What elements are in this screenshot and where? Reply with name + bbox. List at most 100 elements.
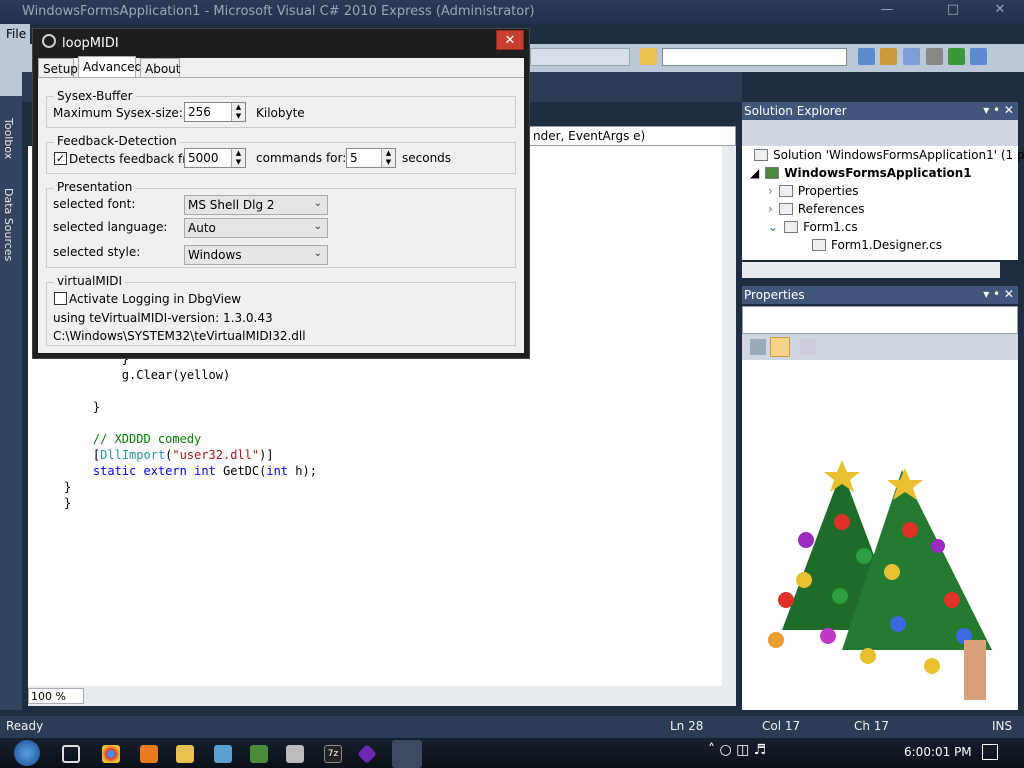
member-combo[interactable]: nder, EventArgs e) [528, 126, 736, 146]
chevron-down-icon: ◢ [750, 166, 760, 180]
status-col: Col 17 [762, 719, 801, 733]
feedback-count-spinner[interactable]: 5000 ▲ ▼ [184, 148, 246, 168]
logging-label: Activate Logging in DbgView [69, 292, 242, 306]
references-icon [778, 203, 793, 215]
close-icon[interactable]: ✕ [985, 2, 1015, 20]
logging-checkbox[interactable] [54, 292, 67, 305]
zoom-text: 100 % [31, 690, 66, 703]
feedback-checkbox[interactable]: ✓ [54, 152, 67, 165]
language-select[interactable]: Auto ⌄ [184, 218, 328, 238]
minimize-icon[interactable]: — [872, 2, 902, 20]
group-feedback-label: Feedback-Detection [54, 134, 180, 148]
spin-arrows-icon[interactable]: ▲ ▼ [231, 103, 245, 121]
vs-title-text: WindowsFormsApplication1 - Microsoft Vis… [22, 4, 535, 19]
tree-project[interactable]: ◢ WindowsFormsApplication1 [750, 166, 972, 180]
firefox-icon[interactable] [140, 745, 158, 763]
properties-title: Properties ▾ • ✕ [742, 286, 1018, 304]
tree-label: Solution 'WindowsFormsApplication1' (1 p [773, 148, 1024, 162]
editor-hscroll[interactable] [28, 686, 736, 706]
virtualmidi-version: using teVirtualMIDI-version: 1.3.0.43 [53, 311, 273, 325]
categorized-icon[interactable] [750, 339, 766, 355]
status-line: Ln 28 [670, 719, 704, 733]
tab-advanced[interactable]: Advanced [78, 56, 142, 78]
chevron-down-icon: ⌄ [313, 221, 322, 232]
start-button[interactable] [14, 740, 40, 766]
tab-about[interactable]: About [140, 58, 180, 78]
feedback-seconds-value: 5 [350, 151, 358, 165]
taskbar-clock[interactable]: 6:00:01 PM [904, 745, 972, 759]
code-token: "user32.dll" [172, 448, 260, 462]
font-select-value: MS Shell Dlg 2 [188, 198, 275, 212]
spin-arrows-icon[interactable]: ▲ ▼ [381, 149, 395, 167]
sysex-size-spinner[interactable]: 256 ▲ ▼ [184, 102, 246, 122]
toolbar-icon-3[interactable] [903, 48, 920, 65]
datasources-tab[interactable]: Data Sources [2, 188, 15, 261]
editor-scrollbar[interactable] [722, 146, 736, 686]
tree-references[interactable]: › References [768, 202, 865, 216]
sysex-size-value: 256 [188, 105, 211, 119]
tab-divider [38, 77, 524, 78]
tab-setup[interactable]: Setup [38, 58, 78, 78]
toolbar-icon-5[interactable] [948, 48, 965, 65]
properties-title-text: Properties [744, 288, 805, 302]
sysex-size-label: Maximum Sysex-size: [53, 106, 183, 120]
chevron-right-icon: › [768, 202, 773, 216]
zoom-combo[interactable]: 100 % [28, 688, 84, 704]
property-pages-icon[interactable] [800, 339, 816, 355]
virtualmidi-path: C:\Windows\SYSTEM32\teVirtualMIDI32.dll [53, 329, 306, 343]
close-icon[interactable]: ▾ • ✕ [983, 287, 1014, 301]
code-line[interactable]: } [64, 400, 100, 416]
code-token: } [64, 496, 72, 510]
code-token: int [266, 464, 289, 478]
toolbar-icon-4[interactable] [926, 48, 943, 65]
maximize-icon[interactable]: □ [938, 2, 968, 20]
code-line[interactable]: // XDDDD comedy [64, 432, 201, 448]
7zip-icon[interactable]: 7z [324, 745, 342, 763]
toolbar-icon-6[interactable] [970, 48, 987, 65]
solution-hscroll[interactable] [742, 262, 1000, 278]
find-combo[interactable] [662, 48, 847, 66]
action-center-icon[interactable] [982, 744, 998, 760]
sort-alpha-icon[interactable] [770, 337, 790, 357]
properties-icon [778, 185, 793, 197]
group-virtualmidi-label: virtualMIDI [54, 274, 126, 288]
status-char: Ch 17 [854, 719, 890, 733]
task-view-icon[interactable] [62, 745, 80, 763]
close-icon[interactable]: ▾ • ✕ [983, 103, 1014, 117]
properties-object-combo[interactable] [742, 306, 1018, 334]
close-icon[interactable]: ✕ [496, 30, 524, 50]
tray-icons[interactable]: ˄ ○ ◫ ♬ [708, 742, 766, 758]
network-app-icon[interactable] [214, 745, 232, 763]
toolbox-tab[interactable]: Toolbox [2, 118, 15, 159]
app-icon[interactable] [286, 745, 304, 763]
code-line[interactable]: [DllImport("user32.dll")] [64, 448, 274, 464]
solution-icon [754, 149, 768, 161]
tree-label: Properties [797, 184, 859, 198]
vs-csharp-icon[interactable] [250, 745, 268, 763]
explorer-icon[interactable] [176, 745, 194, 763]
tree-form1[interactable]: ⌄ Form1.cs [768, 220, 858, 234]
feedback-seconds-spinner[interactable]: 5 ▲ ▼ [346, 148, 396, 168]
menu-file[interactable]: File [0, 24, 30, 46]
group-sysex-label: Sysex-Buffer [54, 89, 136, 103]
style-select[interactable]: Windows ⌄ [184, 245, 328, 265]
font-select[interactable]: MS Shell Dlg 2 ⌄ [184, 195, 328, 215]
loopmidi-taskbar-icon[interactable] [392, 740, 422, 768]
solution-explorer-title-text: Solution Explorer [744, 104, 847, 118]
toolbar-icon-1[interactable] [858, 48, 875, 65]
status-bar: Ready Ln 28 Col 17 Ch 17 INS [0, 716, 1024, 738]
tree-label: WindowsFormsApplication1 [784, 166, 972, 180]
code-line[interactable]: } [64, 480, 71, 496]
chrome-icon[interactable] [102, 745, 120, 763]
toolbar-icon-2[interactable] [880, 48, 897, 65]
code-line[interactable]: g.Clear(yellow) [64, 368, 230, 384]
find-icon[interactable] [640, 48, 657, 65]
code-line[interactable]: static extern int GetDC(int h); [64, 464, 317, 480]
status-ins: INS [992, 719, 1013, 733]
tree-properties[interactable]: › Properties [768, 184, 858, 198]
tree-form1-designer[interactable]: Form1.Designer.cs [812, 238, 942, 252]
spin-arrows-icon[interactable]: ▲ ▼ [231, 149, 245, 167]
solution-config-combo[interactable] [530, 48, 630, 66]
code-line[interactable]: } [64, 496, 71, 512]
tree-solution[interactable]: Solution 'WindowsFormsApplication1' (1 p [754, 148, 1024, 162]
